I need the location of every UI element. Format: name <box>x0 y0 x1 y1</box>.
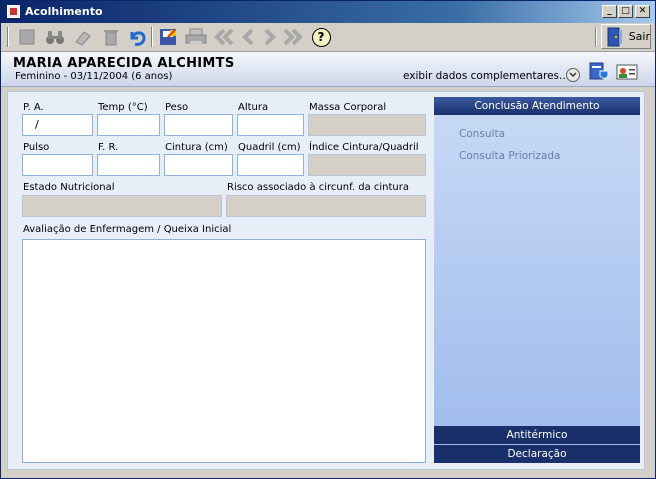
expand-button[interactable] <box>566 68 580 82</box>
temp-label: Temp (°C) <box>98 102 148 113</box>
save-button[interactable] <box>156 25 180 49</box>
patient-header: MARIA APARECIDA ALCHIMTS Feminino - 03/1… <box>1 52 655 87</box>
undo-icon <box>130 31 146 46</box>
declaracao-button[interactable]: Declaração <box>434 445 640 463</box>
maximize-button[interactable]: □ <box>618 5 633 18</box>
risco-input <box>226 195 426 217</box>
temp-input[interactable] <box>97 114 160 136</box>
conclusion-header[interactable]: Conclusão Atendimento <box>434 97 640 115</box>
cintura-input[interactable] <box>164 154 233 176</box>
patient-card-button[interactable] <box>616 62 638 82</box>
document-shield-icon <box>589 62 609 80</box>
search-button[interactable] <box>43 25 67 49</box>
peso-input[interactable] <box>164 114 233 136</box>
app-icon <box>7 5 20 18</box>
toolbar-grip <box>7 27 9 47</box>
toolbar-separator <box>595 27 597 47</box>
massa-label: Massa Corporal <box>309 102 387 113</box>
massa-input <box>308 114 426 136</box>
conclusion-item-consulta[interactable]: Consulta <box>459 128 505 140</box>
indice-label: Índice Cintura/Quadril <box>309 142 419 153</box>
contact-card-icon <box>616 64 638 80</box>
indice-input <box>308 154 426 176</box>
estado-input <box>22 195 222 217</box>
conclusion-item-consulta-priorizada[interactable]: Consulta Priorizada <box>459 150 560 162</box>
double-chevron-left-icon <box>214 28 234 46</box>
print-button[interactable] <box>184 25 208 49</box>
minimize-button[interactable]: _ <box>602 5 617 18</box>
chevron-down-icon <box>569 72 577 78</box>
pulso-input[interactable] <box>22 154 93 176</box>
exit-label: Sair <box>628 30 650 43</box>
help-button[interactable]: ? <box>309 25 333 49</box>
double-chevron-right-icon <box>283 28 303 46</box>
pa-input[interactable]: / <box>22 114 93 136</box>
patient-name: MARIA APARECIDA ALCHIMTS <box>13 56 235 71</box>
title-bar: Acolhimento _ □ ✕ <box>1 1 655 23</box>
peso-label: Peso <box>165 102 189 113</box>
conclusion-panel: Conclusão Atendimento Consulta Consulta … <box>434 97 640 463</box>
help-icon: ? <box>311 27 331 47</box>
binoculars-icon <box>46 31 64 44</box>
fr-input[interactable] <box>97 154 160 176</box>
printer-icon <box>185 28 207 45</box>
more-data-link[interactable]: exibir dados complementares... <box>403 70 569 82</box>
main-window: Acolhimento _ □ ✕ ? Sair MARIA APARECIDA… <box>0 0 656 479</box>
next-record-button[interactable] <box>258 25 282 49</box>
status-bar <box>1 471 655 478</box>
quadril-input[interactable] <box>237 154 304 176</box>
patient-record-button[interactable] <box>588 62 610 82</box>
edit-button[interactable] <box>71 25 95 49</box>
trash-icon <box>104 30 118 46</box>
last-record-button[interactable] <box>281 25 305 49</box>
window-title: Acolhimento <box>25 5 103 18</box>
estado-label: Estado Nutricional <box>23 182 115 193</box>
risco-label: Risco associado à circunf. da cintura <box>227 182 410 193</box>
save-icon <box>160 29 176 45</box>
undo-button[interactable] <box>125 25 149 49</box>
cintura-label: Cintura (cm) <box>165 142 228 153</box>
altura-input[interactable] <box>237 114 304 136</box>
chevron-right-icon <box>264 28 276 46</box>
toolbar-separator <box>151 27 153 47</box>
door-exit-icon <box>607 27 622 46</box>
first-record-button[interactable] <box>212 25 236 49</box>
patient-info: Feminino - 03/11/2004 (6 anos) <box>15 71 173 82</box>
new-icon <box>19 29 35 45</box>
avaliacao-textarea[interactable] <box>22 239 426 463</box>
form-area: P. A. / Temp (°C) Peso Altura Massa Corp… <box>7 91 645 470</box>
pa-label: P. A. <box>23 102 44 113</box>
antitermico-button[interactable]: Antitérmico <box>434 426 640 444</box>
avaliacao-label: Avaliação de Enfermagem / Queixa Inicial <box>23 224 232 235</box>
delete-button[interactable] <box>99 25 123 49</box>
pulso-label: Pulso <box>23 142 50 153</box>
toolbar: ? Sair <box>1 23 655 52</box>
previous-record-button[interactable] <box>236 25 260 49</box>
eraser-icon <box>75 31 91 46</box>
quadril-label: Quadril (cm) <box>238 142 301 153</box>
exit-button[interactable]: Sair <box>601 24 651 49</box>
altura-label: Altura <box>238 102 269 113</box>
chevron-left-icon <box>242 28 254 46</box>
fr-label: F. R. <box>98 142 119 153</box>
new-record-button[interactable] <box>15 25 39 49</box>
close-button[interactable]: ✕ <box>635 5 650 18</box>
